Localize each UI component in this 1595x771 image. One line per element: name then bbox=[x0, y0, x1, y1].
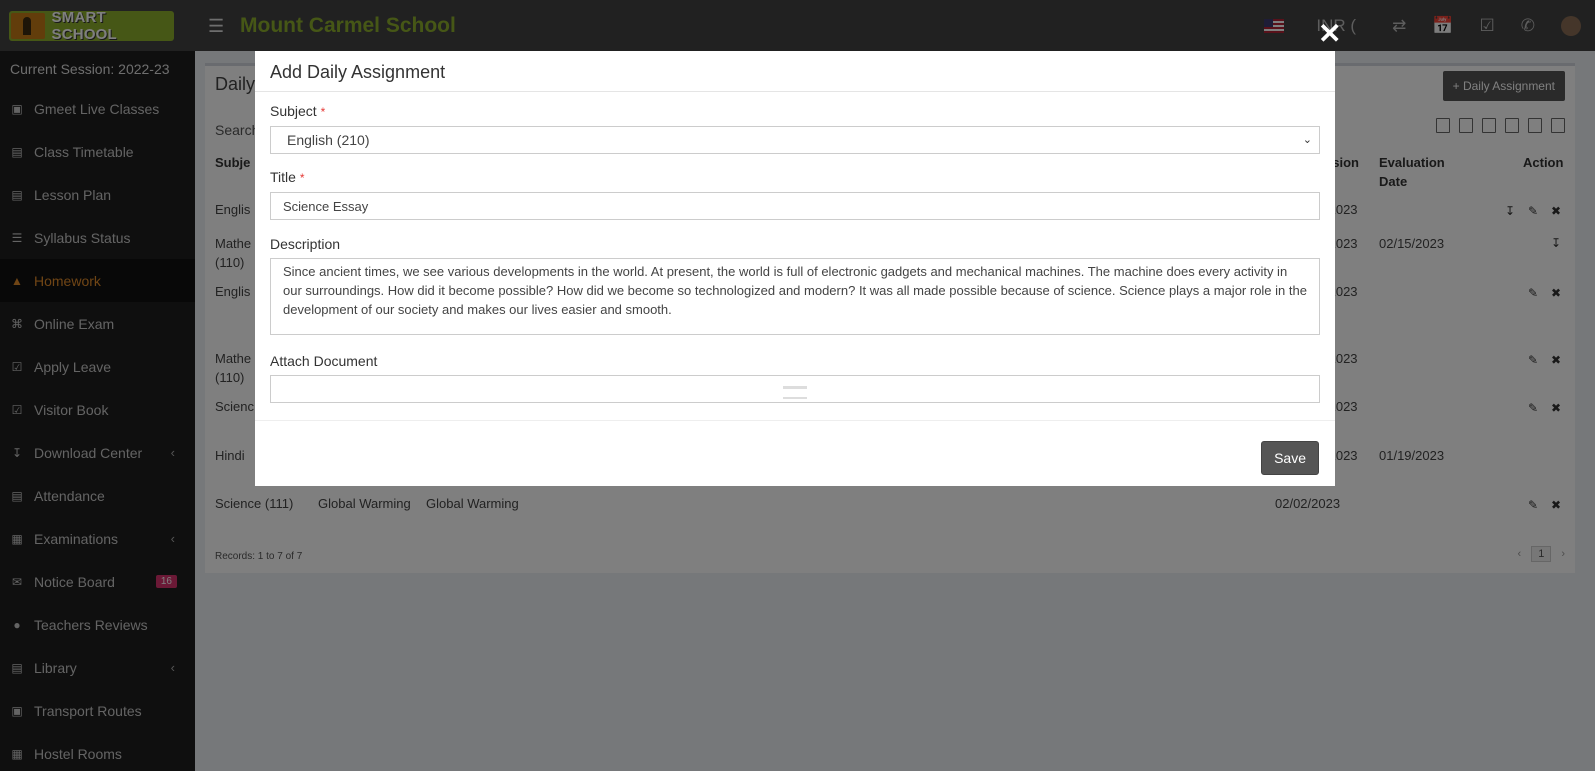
save-button[interactable]: Save bbox=[1261, 441, 1319, 475]
close-icon[interactable]: ✕ bbox=[1318, 20, 1341, 48]
subject-select-value: English (210) bbox=[287, 132, 370, 148]
subject-label-text: Subject bbox=[270, 103, 317, 119]
required-mark: * bbox=[320, 105, 326, 119]
title-label-text: Title bbox=[270, 169, 296, 185]
attach-document-label: Attach Document bbox=[270, 353, 378, 369]
attach-document-dropzone[interactable] bbox=[270, 375, 1320, 403]
add-assignment-modal: Add Daily Assignment Subject * English (… bbox=[255, 51, 1335, 486]
description-textarea[interactable]: Since ancient times, we see various deve… bbox=[270, 258, 1320, 335]
description-label: Description bbox=[270, 236, 341, 252]
modal-footer-divider bbox=[255, 420, 1335, 421]
title-label: Title * bbox=[270, 169, 305, 185]
subject-label: Subject * bbox=[270, 103, 325, 119]
modal-title: Add Daily Assignment bbox=[255, 51, 1335, 92]
chevron-down-icon: ⌄ bbox=[1302, 134, 1312, 146]
required-mark: * bbox=[299, 171, 305, 185]
title-input[interactable]: Science Essay bbox=[270, 192, 1320, 220]
subject-select[interactable]: English (210) ⌄ bbox=[270, 126, 1320, 154]
upload-icon bbox=[783, 386, 807, 399]
